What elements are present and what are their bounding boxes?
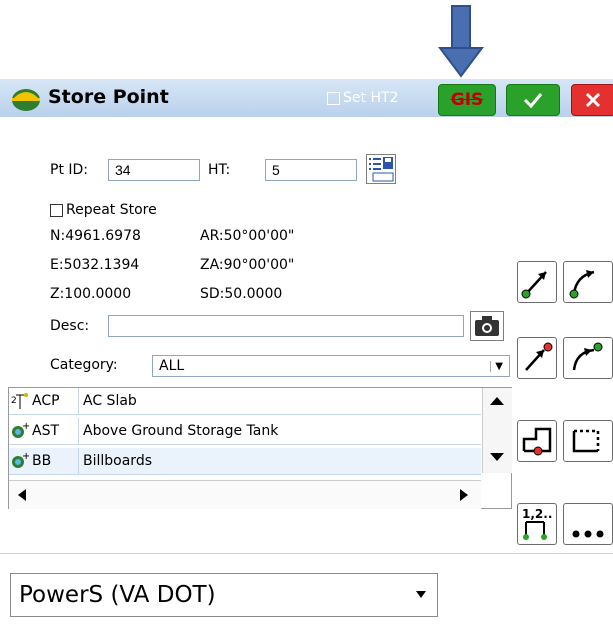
category-label: Category:: [50, 357, 118, 373]
category-select[interactable]: ALL ▼: [152, 355, 510, 377]
feature-name: Billboards: [83, 453, 152, 469]
offset-shot-icon: [569, 270, 595, 299]
feature-name: Above Ground Storage Tank: [83, 423, 279, 439]
set-ht2-box[interactable]: [327, 91, 340, 105]
list-item[interactable]: + AST Above Ground Storage Tank: [9, 418, 481, 445]
scroll-down-icon[interactable]: [489, 452, 505, 462]
scroll-up-icon[interactable]: [489, 396, 505, 406]
feature-code: BB: [32, 453, 52, 469]
repeat-store-label: Repeat Store: [66, 202, 157, 218]
scroll-right-icon[interactable]: [459, 488, 469, 502]
zenith-value: ZA:90°00'00": [200, 257, 295, 273]
northing-value: N:4961.6978: [50, 228, 141, 244]
numbering-button[interactable]: 1,2..: [517, 503, 557, 545]
line-feature-icon: 2: [11, 393, 28, 409]
rod-height-calc-button[interactable]: [366, 154, 396, 184]
ht-input[interactable]: [265, 159, 357, 181]
vertical-scrollbar[interactable]: [482, 388, 512, 473]
curve-shot-icon: [572, 342, 603, 371]
gis-label: GIS: [450, 90, 484, 110]
gis-button[interactable]: GIS: [438, 84, 496, 116]
curve-shot-button[interactable]: [563, 337, 613, 379]
profile-value: PowerS (VA DOT): [19, 582, 216, 608]
point-shot-button[interactable]: [517, 337, 557, 379]
corner-icon: [522, 427, 552, 456]
horizontal-scrollbar[interactable]: [9, 480, 481, 509]
repeat-store-box[interactable]: [50, 203, 63, 217]
set-ht2-label: Set HT2: [343, 90, 399, 106]
point-shot-icon: [525, 342, 553, 371]
list-item[interactable]: 2 ACP AC Slab: [9, 388, 481, 415]
category-value: ALL: [159, 358, 185, 374]
divider: [0, 553, 613, 554]
survey-shot-icon: [521, 271, 547, 299]
desc-input[interactable]: [108, 315, 464, 337]
profile-select[interactable]: PowerS (VA DOT): [10, 573, 438, 617]
feature-code: ACP: [32, 393, 60, 409]
elevation-value: Z:100.0000: [50, 286, 132, 302]
feature-name: AC Slab: [83, 393, 137, 409]
annotation-arrow-icon: [438, 5, 484, 78]
svg-text:+: +: [22, 421, 29, 432]
feature-code-list[interactable]: 2 ACP AC Slab + AST Above Ground Storage…: [8, 387, 512, 509]
page-title: Store Point: [48, 86, 169, 108]
ht-label: HT:: [208, 162, 231, 178]
app-logo-icon: [12, 89, 40, 111]
point-feature-icon: +: [12, 421, 29, 438]
desc-label: Desc:: [50, 318, 90, 334]
feature-code: AST: [32, 423, 60, 439]
checkmark-icon: [523, 93, 543, 109]
survey-shot-button[interactable]: [517, 261, 557, 303]
slope-distance-value: SD:50.0000: [200, 286, 283, 302]
rod-height-calc-icon: [369, 157, 394, 182]
chevron-down-icon: ▼: [490, 360, 503, 372]
svg-text:2: 2: [11, 396, 17, 406]
azimuth-value: AR:50°00'00": [200, 228, 295, 244]
ok-button[interactable]: [506, 84, 560, 116]
point-feature-icon: +: [12, 451, 29, 468]
svg-text:+: +: [22, 451, 29, 462]
svg-text:1,2..: 1,2..: [522, 507, 552, 521]
scroll-left-icon[interactable]: [17, 488, 27, 502]
cancel-button[interactable]: [571, 84, 613, 116]
more-button[interactable]: [563, 503, 613, 545]
pt-id-input[interactable]: [108, 159, 200, 181]
rectangle-icon: [572, 429, 600, 453]
chevron-down-icon: [416, 591, 426, 598]
rectangle-button[interactable]: [563, 420, 613, 462]
camera-button[interactable]: [470, 311, 504, 341]
close-icon: [585, 92, 601, 108]
set-ht2-checkbox[interactable]: Set HT2: [327, 90, 398, 106]
repeat-store-checkbox[interactable]: Repeat Store: [50, 202, 157, 218]
pt-id-label: Pt ID:: [50, 162, 89, 178]
easting-value: E:5032.1394: [50, 257, 140, 273]
more-icon: [572, 530, 604, 538]
list-item[interactable]: + BB Billboards: [9, 448, 481, 475]
offset-shot-button[interactable]: [563, 261, 613, 303]
camera-icon: [475, 316, 499, 336]
corner-button[interactable]: [517, 420, 557, 462]
numbering-icon: 1,2..: [522, 507, 552, 540]
